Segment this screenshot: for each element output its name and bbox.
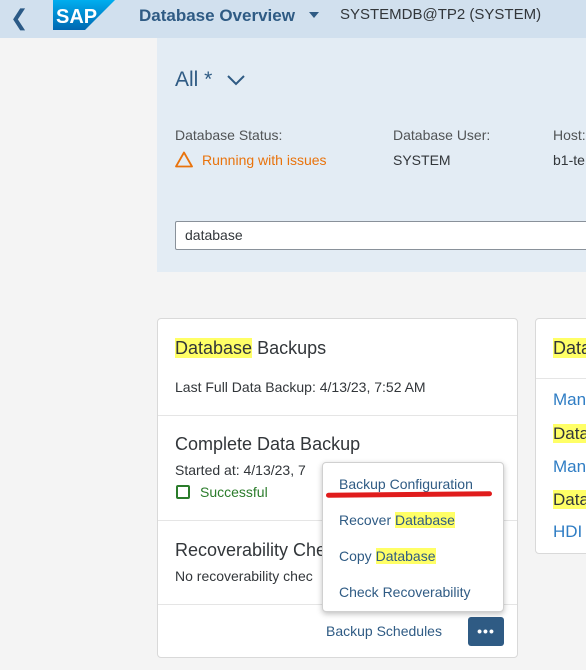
last-full-backup: Last Full Data Backup: 4/13/23, 7:52 AM xyxy=(175,379,426,395)
search-highlight: Data xyxy=(553,338,586,358)
menu-item-recover-database[interactable]: Recover Database xyxy=(339,512,455,528)
app-title[interactable]: Database Overview xyxy=(139,6,295,26)
more-icon: ••• xyxy=(477,623,495,639)
variant-selector[interactable]: All * xyxy=(175,68,212,92)
status-label: Database Status: xyxy=(175,127,283,143)
menu-item-copy-database[interactable]: Copy Database xyxy=(339,548,436,564)
right-card-link[interactable]: HDI xyxy=(553,522,582,542)
menu-item-label: Copy xyxy=(339,548,376,564)
svg-text:SAP: SAP xyxy=(56,6,97,28)
divider xyxy=(158,415,517,416)
shell-bar: ❮ SAP Database Overview SYSTEMDB@TP2 (SY… xyxy=(0,0,586,38)
search-highlight: Database xyxy=(175,338,253,358)
system-id: SYSTEMDB@TP2 (SYSTEM) xyxy=(340,6,542,23)
status-value: Running with issues xyxy=(202,152,327,168)
search-highlight: Data xyxy=(553,490,586,509)
right-card-link[interactable]: Man xyxy=(553,390,586,410)
card-title[interactable]: Database Backups xyxy=(175,338,326,359)
menu-item-label: Backup Configuration xyxy=(339,476,473,492)
recoverability-text: No recoverability chec xyxy=(175,568,313,584)
right-card-link[interactable]: Data xyxy=(553,424,586,444)
backup-status: Successful xyxy=(200,484,268,500)
right-card-link[interactable]: Data xyxy=(553,490,586,510)
right-card-link[interactable]: Man xyxy=(553,457,586,477)
menu-item-label: Check Recoverability xyxy=(339,584,471,600)
search-highlight: Data xyxy=(553,424,586,443)
search-highlight: Database xyxy=(375,548,436,564)
host-label: Host: xyxy=(553,127,586,143)
backup-schedules-link[interactable]: Backup Schedules xyxy=(326,623,442,639)
recoverability-title[interactable]: Recoverability Che xyxy=(175,540,326,561)
user-label: Database User: xyxy=(393,127,491,143)
chevron-down-icon[interactable] xyxy=(226,73,246,87)
menu-item-backup-configuration[interactable]: Backup Configuration xyxy=(339,476,473,492)
back-icon[interactable]: ❮ xyxy=(10,6,30,30)
host-value: b1-te xyxy=(553,152,585,168)
app-title-dropdown-icon[interactable] xyxy=(309,11,319,19)
right-card-title[interactable]: Data xyxy=(553,338,586,359)
success-icon xyxy=(176,485,190,499)
complete-backup-title[interactable]: Complete Data Backup xyxy=(175,434,360,455)
search-input-value: database xyxy=(185,227,243,243)
divider xyxy=(536,378,586,379)
backup-started-at: Started at: 4/13/23, 7 xyxy=(175,462,306,478)
more-actions-button[interactable]: ••• xyxy=(468,617,504,646)
user-value: SYSTEM xyxy=(393,152,451,168)
card-title-rest: Backups xyxy=(252,338,327,358)
search-highlight: Database xyxy=(395,512,455,528)
sap-logo[interactable]: SAP xyxy=(53,0,115,30)
menu-item-check-recoverability[interactable]: Check Recoverability xyxy=(339,584,471,600)
warning-icon xyxy=(175,151,193,168)
menu-item-label: Recover xyxy=(339,512,396,528)
